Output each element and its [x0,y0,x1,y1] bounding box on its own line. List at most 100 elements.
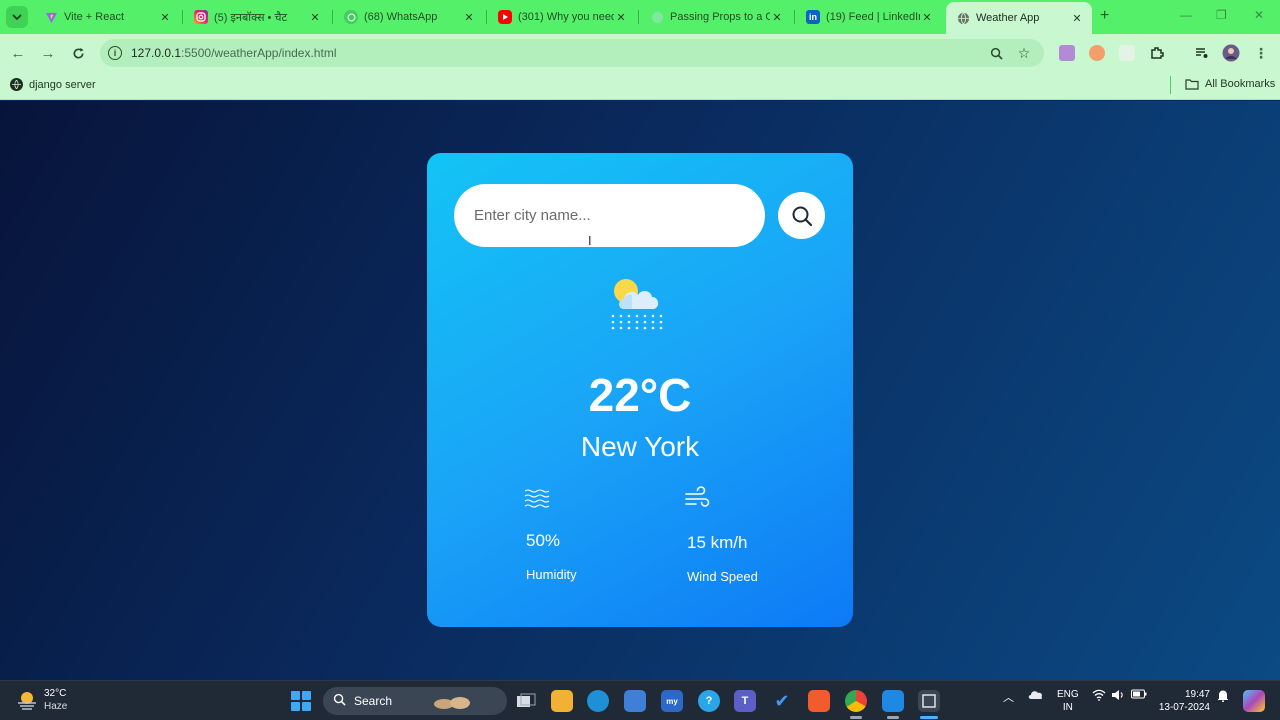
globe-icon [956,11,970,25]
browser-tab-strip: Vite + React ✕ (5) इनबॉक्स • चैट ✕ (68) … [0,0,1280,34]
profile-avatar[interactable] [1221,43,1241,63]
file-explorer-icon[interactable] [551,690,573,712]
search-icon [333,693,346,709]
media-control-icon[interactable] [1192,43,1212,63]
onedrive-cloud-icon[interactable] [1028,689,1044,703]
close-icon[interactable]: ✕ [308,11,322,24]
snipping-tool-icon[interactable] [918,690,940,712]
extensions-puzzle-icon[interactable] [1147,43,1167,63]
volume-icon[interactable] [1111,689,1125,704]
address-bar[interactable]: i 127.0.0.1:5500/weatherApp/index.html ☆ [100,39,1044,67]
task-view-icon[interactable] [515,690,537,712]
todo-check-icon[interactable]: ✔ [771,690,793,712]
close-icon[interactable]: ✕ [158,11,172,24]
site-info-icon[interactable]: i [108,46,122,60]
text-cursor-icon: I [588,233,592,248]
all-bookmarks-button[interactable]: All Bookmarks [1185,78,1275,90]
input-language-indicator[interactable]: ENG IN [1057,688,1079,714]
close-icon[interactable]: ✕ [614,11,628,24]
browser-toolbar: ← → i 127.0.0.1:5500/weatherApp/index.ht… [0,34,1280,72]
notifications-bell-icon[interactable] [1217,689,1229,705]
clock-date: 13-07-2024 [1158,702,1210,713]
taskbar-weather-temp: 32°C [44,688,67,699]
tab-title: (301) Why you need [518,11,614,23]
page-background: I 22°C New York 50% Humidity [0,101,1280,680]
forward-arrow-icon[interactable]: → [38,43,58,63]
bookmark-django-server[interactable]: django server [10,78,96,91]
window-close-icon[interactable]: ✕ [1254,8,1264,22]
city-search-input[interactable] [454,184,765,247]
chrome-browser-icon[interactable] [845,690,867,712]
minimize-icon[interactable]: — [1180,8,1192,22]
url-text[interactable]: 127.0.0.1:5500/weatherApp/index.html [131,46,336,60]
globe-icon [10,78,23,91]
react-icon [650,10,664,24]
extension-orange-icon[interactable] [1089,45,1105,61]
search-highlight-icon [434,697,471,709]
lang-region: IN [1062,702,1073,713]
windows-taskbar: 32°C Haze Search my ? T ✔ ︿ ENG IN 19:47… [0,680,1280,720]
humidity-label: Humidity [526,567,577,582]
close-icon[interactable]: ✕ [770,11,784,24]
get-help-icon[interactable]: ? [698,690,720,712]
edge-browser-icon[interactable] [587,690,609,712]
tab-whatsapp[interactable]: (68) WhatsApp ✕ [334,4,484,30]
humidity-value: 50% [526,531,561,550]
back-arrow-icon[interactable]: ← [8,43,28,63]
humidity-icon [524,489,550,508]
wind-speed-label: Wind Speed [687,569,758,584]
search-icon [792,206,812,226]
url-host: 127.0.0.1 [131,46,182,60]
tab-youtube[interactable]: (301) Why you need ✕ [488,4,636,30]
taskbar-search-label: Search [354,694,393,708]
tab-vite-react[interactable]: Vite + React ✕ [34,4,180,30]
new-tab-button[interactable]: + [1100,7,1109,25]
close-icon[interactable]: ✕ [920,11,934,24]
taskbar-weather-desc: Haze [44,701,68,712]
tab-title: Passing Props to a C [670,11,770,23]
tab-instagram[interactable]: (5) इनबॉक्स • चैट ✕ [184,4,330,30]
zoom-icon[interactable] [988,45,1004,61]
copilot-icon[interactable] [1243,690,1265,712]
haze-sun-icon [18,692,36,710]
battery-icon[interactable] [1131,689,1147,702]
windows-start-button[interactable] [291,691,311,711]
browser-menu-icon[interactable]: ⋮ [1251,43,1271,63]
bookmark-label: All Bookmarks [1205,78,1276,90]
brave-browser-icon[interactable] [808,690,830,712]
show-hidden-icons-chevron[interactable]: ︿ [1003,689,1014,705]
tab-linkedin[interactable]: in (19) Feed | LinkedIn ✕ [796,4,942,30]
vite-icon [44,10,58,24]
temperature-readout: 22°C [588,369,692,421]
taskbar-weather-widget[interactable]: 32°C Haze [16,687,67,713]
system-clock[interactable]: 19:47 13-07-2024 [1158,688,1210,714]
close-icon[interactable]: ✕ [1070,12,1084,25]
taskbar-search-box[interactable]: Search [323,687,507,715]
tab-search-button[interactable] [6,6,28,28]
tab-passing-props[interactable]: Passing Props to a C ✕ [640,4,792,30]
chevron-down-icon [12,14,22,21]
city-name: New York [580,431,700,462]
tab-weather-app[interactable]: Weather App ✕ [946,2,1092,34]
extension-m-icon[interactable] [1059,45,1075,61]
folder-icon [1185,79,1199,90]
tab-title: (5) इनबॉक्स • चैट [214,11,287,24]
tab-title: Weather App [976,12,1040,24]
close-icon[interactable]: ✕ [462,11,476,24]
wind-icon [685,486,710,507]
tab-title: Vite + React [64,11,125,23]
maximize-icon[interactable]: ❐ [1216,8,1227,22]
reload-icon[interactable] [68,43,88,63]
vscode-icon[interactable] [882,690,904,712]
search-button[interactable] [778,192,825,239]
bookmark-star-icon[interactable]: ☆ [1016,45,1032,61]
instagram-icon [194,10,208,24]
myapp-icon[interactable]: my [661,690,683,712]
teams-icon[interactable]: T [734,690,756,712]
youtube-icon [498,10,512,24]
microsoft-store-icon[interactable] [624,690,646,712]
wind-speed-value: 15 km/h [687,533,748,552]
extension-blank-icon[interactable] [1119,45,1135,61]
tab-title: (68) WhatsApp [364,11,438,23]
wifi-icon[interactable] [1092,689,1106,704]
